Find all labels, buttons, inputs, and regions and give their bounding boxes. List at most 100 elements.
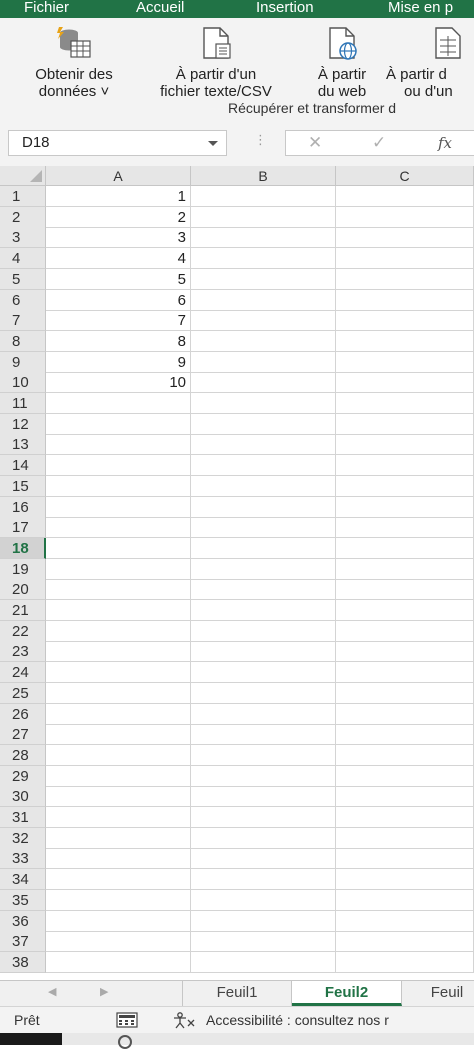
cell-c[interactable] xyxy=(336,227,474,249)
cell-b[interactable] xyxy=(191,703,336,725)
cell-b[interactable] xyxy=(191,227,336,249)
row-header[interactable]: 26 xyxy=(0,703,46,725)
cell-c[interactable] xyxy=(336,455,474,477)
cell-a[interactable] xyxy=(46,393,191,414)
cell-c[interactable] xyxy=(336,848,474,870)
sheet-tab-feuil1[interactable]: Feuil1 xyxy=(182,981,292,1006)
cell-b[interactable] xyxy=(191,848,336,870)
cell-b[interactable] xyxy=(191,351,336,373)
cell-c[interactable] xyxy=(336,786,474,808)
tab-fichier[interactable]: Fichier xyxy=(24,0,69,16)
cell-a[interactable] xyxy=(46,620,191,642)
cell-b[interactable] xyxy=(191,910,336,932)
cell-b[interactable] xyxy=(191,372,336,394)
row-header[interactable]: 28 xyxy=(0,744,46,766)
row-header[interactable]: 36 xyxy=(0,910,46,932)
row-header[interactable]: 34 xyxy=(0,869,46,891)
tab-insertion[interactable]: Insertion xyxy=(256,0,314,16)
cell-a[interactable]: 6 xyxy=(46,289,191,311)
cell-c[interactable] xyxy=(336,682,474,704)
cell-b[interactable] xyxy=(191,206,336,228)
cell-a[interactable] xyxy=(46,807,191,828)
cell-c[interactable] xyxy=(336,351,474,373)
chevron-down-icon[interactable] xyxy=(208,141,218,146)
row-header[interactable]: 30 xyxy=(0,786,46,808)
cell-a[interactable] xyxy=(46,724,191,746)
cell-a[interactable] xyxy=(46,475,191,497)
cell-c[interactable] xyxy=(336,869,474,891)
cell-c[interactable] xyxy=(336,186,474,207)
cell-b[interactable] xyxy=(191,537,336,559)
cell-a[interactable] xyxy=(46,558,191,580)
row-header[interactable]: 6 xyxy=(0,289,46,311)
cell-a[interactable]: 8 xyxy=(46,330,191,352)
cell-b[interactable] xyxy=(191,951,336,973)
cell-c[interactable] xyxy=(336,330,474,352)
cell-c[interactable] xyxy=(336,765,474,787)
cell-a[interactable] xyxy=(46,600,191,621)
cell-b[interactable] xyxy=(191,248,336,270)
row-header[interactable]: 25 xyxy=(0,682,46,704)
row-header[interactable]: 21 xyxy=(0,600,46,621)
cell-b[interactable] xyxy=(191,475,336,497)
cell-b[interactable] xyxy=(191,434,336,456)
row-header[interactable]: 20 xyxy=(0,579,46,601)
cell-b[interactable] xyxy=(191,620,336,642)
cell-a[interactable] xyxy=(46,744,191,766)
row-header[interactable]: 19 xyxy=(0,558,46,580)
cell-b[interactable] xyxy=(191,496,336,518)
row-header[interactable]: 8 xyxy=(0,330,46,352)
from-text-csv-button[interactable]: À partir d'un fichier texte/CSV xyxy=(136,26,296,100)
cell-b[interactable] xyxy=(191,641,336,663)
cell-c[interactable] xyxy=(336,372,474,394)
cell-c[interactable] xyxy=(336,558,474,580)
from-web-button[interactable]: À partir du web xyxy=(300,26,384,100)
cell-a[interactable] xyxy=(46,889,191,911)
row-header[interactable]: 5 xyxy=(0,268,46,290)
column-header-c[interactable]: C xyxy=(336,166,474,186)
row-header[interactable]: 12 xyxy=(0,413,46,435)
row-header[interactable]: 38 xyxy=(0,951,46,973)
cell-b[interactable] xyxy=(191,517,336,539)
row-header[interactable]: 29 xyxy=(0,765,46,787)
row-header[interactable]: 24 xyxy=(0,662,46,684)
cell-a[interactable]: 9 xyxy=(46,351,191,373)
cell-c[interactable] xyxy=(336,641,474,663)
calculator-icon[interactable] xyxy=(116,1012,138,1028)
cell-a[interactable] xyxy=(46,682,191,704)
cell-a[interactable] xyxy=(46,662,191,684)
cell-a[interactable] xyxy=(46,455,191,477)
cell-c[interactable] xyxy=(336,517,474,539)
row-header[interactable]: 37 xyxy=(0,931,46,953)
cell-a[interactable] xyxy=(46,931,191,953)
cell-c[interactable] xyxy=(336,248,474,270)
cell-b[interactable] xyxy=(191,600,336,621)
row-header[interactable]: 15 xyxy=(0,475,46,497)
cell-c[interactable] xyxy=(336,951,474,973)
accessibility-icon[interactable] xyxy=(172,1011,202,1029)
scroll-right-icon[interactable]: ▶ xyxy=(100,985,108,998)
select-all-corner[interactable] xyxy=(0,166,46,186)
row-header[interactable]: 31 xyxy=(0,807,46,828)
cell-b[interactable] xyxy=(191,807,336,828)
cell-c[interactable] xyxy=(336,475,474,497)
row-header[interactable]: 10 xyxy=(0,372,46,394)
cell-b[interactable] xyxy=(191,744,336,766)
insert-function-icon[interactable]: fx xyxy=(438,134,452,152)
tab-mise-en-page[interactable]: Mise en p xyxy=(388,0,453,16)
cell-b[interactable] xyxy=(191,393,336,414)
cell-c[interactable] xyxy=(336,662,474,684)
cell-b[interactable] xyxy=(191,682,336,704)
column-header-b[interactable]: B xyxy=(191,166,336,186)
cell-c[interactable] xyxy=(336,703,474,725)
confirm-icon[interactable]: ✓ xyxy=(372,133,386,153)
tab-accueil[interactable]: Accueil xyxy=(136,0,184,16)
cell-a[interactable]: 3 xyxy=(46,227,191,249)
cell-b[interactable] xyxy=(191,579,336,601)
cell-a[interactable] xyxy=(46,786,191,808)
cell-a[interactable] xyxy=(46,641,191,663)
cell-b[interactable] xyxy=(191,786,336,808)
cell-c[interactable] xyxy=(336,910,474,932)
row-header[interactable]: 35 xyxy=(0,889,46,911)
cell-a[interactable]: 7 xyxy=(46,310,191,332)
